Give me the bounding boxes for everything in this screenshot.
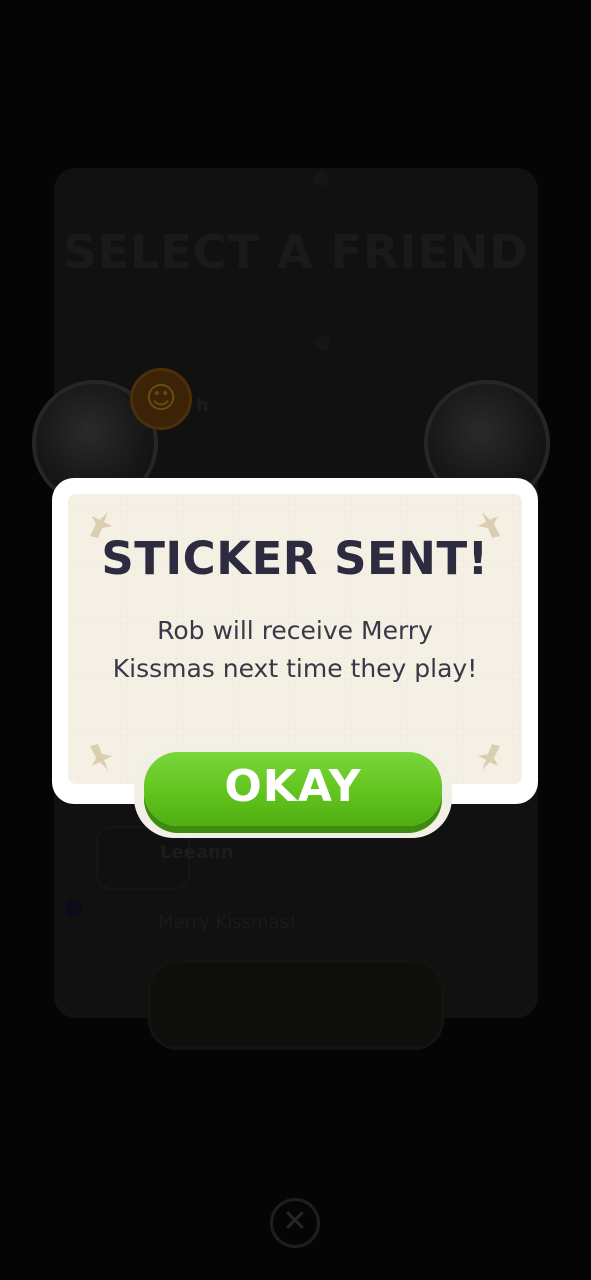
friend-name-initial: h: [196, 395, 209, 416]
okay-button-frame: OKAY: [134, 748, 452, 838]
send-button[interactable]: [148, 960, 444, 1050]
panel-pin: [314, 172, 328, 186]
sparkle-star-icon: [472, 740, 508, 776]
checkbox[interactable]: [66, 900, 82, 916]
smiley-icon: ☺: [130, 368, 192, 430]
sparkle-star-icon: [82, 740, 118, 776]
dialog-panel: STICKER SENT! Rob will receive Merry Kis…: [68, 494, 522, 784]
sticker-note: Merry Kissmas!: [158, 912, 297, 933]
dialog-title: STICKER SENT!: [101, 532, 489, 585]
okay-button[interactable]: OKAY: [144, 752, 442, 826]
dialog-message: Rob will receive Merry Kissmas next time…: [112, 616, 478, 683]
friend-name: Leeann: [160, 842, 234, 863]
close-icon[interactable]: ✕: [270, 1198, 320, 1248]
panel-dot: [316, 336, 330, 350]
select-friend-title: SELECT A FRIEND: [63, 225, 529, 279]
